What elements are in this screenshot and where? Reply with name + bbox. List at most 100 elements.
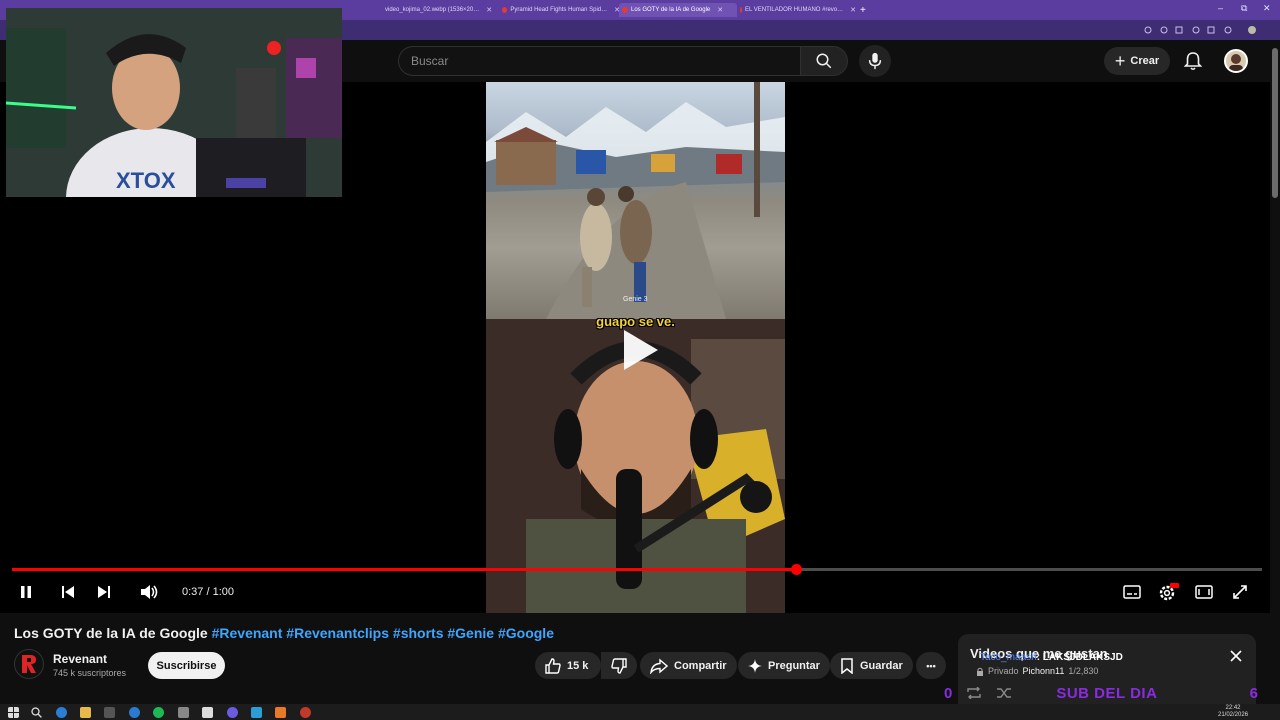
sparkle-icon (748, 658, 762, 673)
app-icon[interactable] (202, 707, 213, 718)
bookmark-icon (841, 657, 853, 674)
progress-fill (12, 568, 796, 571)
telegram-icon[interactable] (251, 707, 262, 718)
file-explorer-icon[interactable] (80, 707, 91, 718)
save-button[interactable]: Guardar (830, 652, 913, 679)
hashtag-link[interactable]: #Revenantclips (286, 625, 389, 641)
taskbar-search-icon[interactable] (31, 707, 42, 718)
save-label: Guardar (860, 659, 903, 672)
tab-close-icon[interactable]: ✕ (486, 6, 492, 14)
edge-browser-icon[interactable] (56, 707, 67, 718)
search-button[interactable] (800, 46, 848, 76)
like-button[interactable]: 15 k (535, 652, 601, 679)
video-watermark: Genie 3 (623, 296, 648, 303)
account-avatar[interactable] (1224, 49, 1248, 73)
notifications-button[interactable] (1180, 48, 1206, 74)
stream-chat-message: Taco_maash: LAKSJDLAKSJD (980, 652, 1123, 663)
like-count: 15 k (567, 659, 589, 672)
youtube-favicon-icon (740, 7, 742, 13)
subtitles-icon (1123, 585, 1141, 599)
settings-button[interactable] (1156, 582, 1180, 602)
hashtag-link[interactable]: #Google (498, 625, 554, 641)
fullscreen-icon (1233, 585, 1247, 599)
chat-username: Taco_maash (980, 652, 1037, 663)
browser-tab[interactable]: video_kojima_02.webp (1536×20… ✕ (385, 3, 503, 17)
video-title-text: Los GOTY de la IA de Google (14, 625, 208, 641)
vlc-icon[interactable] (275, 707, 286, 718)
next-button[interactable] (92, 582, 116, 602)
ask-label: Preguntar (768, 659, 820, 672)
channel-avatar[interactable] (14, 649, 44, 679)
app-icon[interactable] (178, 707, 189, 718)
new-tab-button[interactable]: + (860, 3, 872, 17)
hashtag-link[interactable]: #Revenant (212, 625, 283, 641)
voice-search-button[interactable] (859, 45, 891, 77)
play-overlay-icon[interactable] (620, 328, 660, 372)
theater-mode-button[interactable] (1192, 582, 1216, 602)
search-box[interactable] (398, 46, 800, 76)
progress-bar[interactable] (12, 564, 1262, 575)
browser-tab[interactable]: Pyramid Head Fights Human Spid… ✕ (502, 3, 620, 17)
spotify-icon[interactable] (153, 707, 164, 718)
close-window-button[interactable]: ✕ (1263, 3, 1271, 14)
skip-next-icon (98, 586, 110, 598)
subscribe-button[interactable]: Suscribirse (148, 652, 225, 679)
channel-name[interactable]: Revenant (53, 652, 107, 666)
taskbar-clock[interactable]: 22:42 21/02/2026 (1218, 705, 1248, 719)
game-scene-image (486, 82, 785, 319)
video-player[interactable]: Genie 3 guapo se ve. XTOX 0:37 / 1:00 (0, 8, 1270, 613)
scrollbar-thumb[interactable] (1272, 48, 1278, 198)
subtitles-button[interactable] (1120, 582, 1144, 602)
tab-close-icon[interactable]: ✕ (717, 6, 723, 14)
search-input[interactable] (399, 47, 800, 75)
volume-button[interactable] (137, 582, 161, 602)
clock-time: 22:42 (1225, 705, 1241, 711)
playlist-owner[interactable]: Pichonn11 (1023, 666, 1065, 676)
store-icon[interactable] (104, 707, 115, 718)
playlist-position: 1/2,830 (1068, 666, 1099, 676)
maximize-button[interactable]: ⧉ (1241, 3, 1247, 14)
gear-icon (1159, 583, 1179, 601)
create-button[interactable]: + Crear (1104, 47, 1170, 75)
repeat-icon (967, 687, 982, 699)
page-scrollbar[interactable] (1270, 40, 1280, 704)
previous-button[interactable] (56, 582, 80, 602)
minimize-button[interactable]: – (1218, 3, 1223, 13)
playlist-meta: Privado Pichonn11 1/2,830 (976, 666, 1098, 676)
progress-scrubber[interactable] (790, 564, 802, 575)
windows-start-icon[interactable] (8, 707, 19, 718)
lock-icon (977, 667, 983, 676)
fullscreen-button[interactable] (1228, 582, 1252, 602)
hashtag-link[interactable]: #Genie (447, 625, 494, 641)
app-icon[interactable] (227, 707, 238, 718)
share-button[interactable]: Compartir (640, 652, 737, 679)
tab-label: Pyramid Head Fights Human Spid… (510, 7, 608, 13)
more-actions-button[interactable]: ••• (916, 652, 946, 679)
bell-icon (1184, 52, 1202, 71)
hashtag-link[interactable]: #shorts (393, 625, 444, 641)
browser-toolbar-icons[interactable] (1140, 25, 1260, 35)
shuffle-icon (997, 688, 1012, 698)
skip-previous-icon (62, 586, 74, 598)
thumbs-down-icon (611, 657, 627, 674)
app-icon[interactable] (129, 707, 140, 718)
browser-tab-active[interactable]: Los GOTY de la IA de Google ✕ (619, 3, 737, 17)
tab-label: video_kojima_02.webp (1536×20… (385, 7, 480, 13)
pause-button[interactable] (14, 582, 38, 602)
close-icon[interactable] (1230, 650, 1242, 662)
video-title: Los GOTY de la IA de Google #Revenant #R… (14, 625, 554, 641)
overlay-right-count: 6 (1249, 684, 1258, 702)
tab-close-icon[interactable]: ✕ (850, 6, 856, 14)
plus-icon: + (1114, 51, 1126, 71)
ask-button[interactable]: Preguntar (738, 652, 830, 679)
windows-taskbar: 22:42 21/02/2026 (0, 704, 1280, 720)
browser-tab[interactable]: EL VENTILADOR HUMANO #revo… ✕ (740, 3, 856, 17)
overlay-left-count: 0 (944, 684, 953, 702)
revenant-logo-icon (22, 655, 36, 673)
dislike-button[interactable] (601, 652, 637, 679)
app-icon[interactable] (300, 707, 311, 718)
svg-text:XTOX: XTOX (116, 168, 176, 193)
youtube-favicon-icon (502, 7, 508, 13)
chat-text: : LAKSJDLAKSJD (1036, 652, 1123, 663)
search-icon (816, 53, 832, 69)
